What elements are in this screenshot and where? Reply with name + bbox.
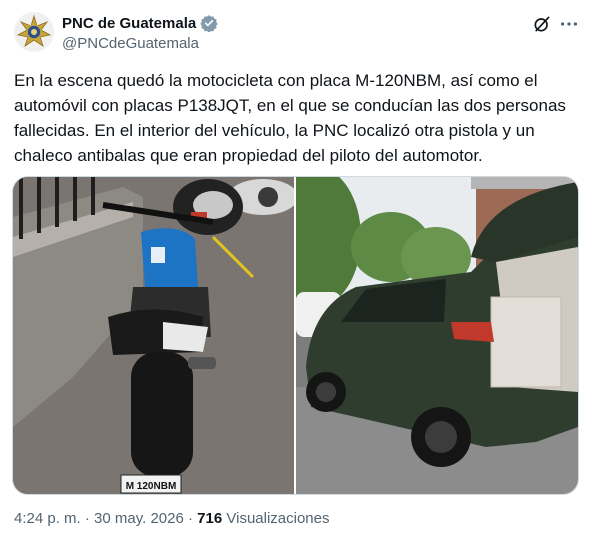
tweet-footer: 4:24 p. m. · 30 may. 2026 · 716 Visualiz… xyxy=(14,510,330,527)
tweet-time[interactable]: 4:24 p. m. xyxy=(14,510,81,527)
pnc-logo-icon xyxy=(14,12,54,52)
more-icon[interactable] xyxy=(558,13,580,35)
views-label: Visualizaciones xyxy=(226,510,330,527)
author-name-row[interactable]: PNC de Guatemala xyxy=(62,14,218,32)
tweet-date[interactable]: 30 may. 2026 xyxy=(94,510,184,527)
author-handle[interactable]: @PNCdeGuatemala xyxy=(62,35,199,52)
media-grid[interactable]: M 120NBM xyxy=(12,176,579,495)
motorcycle-image: M 120NBM xyxy=(13,177,294,494)
photo-motorcycle[interactable]: M 120NBM xyxy=(13,177,294,494)
suv-image xyxy=(296,177,578,494)
author-name[interactable]: PNC de Guatemala xyxy=(62,15,196,32)
photo-suv[interactable] xyxy=(296,177,578,494)
grok-icon[interactable] xyxy=(532,14,552,34)
avatar[interactable] xyxy=(14,12,54,52)
tweet-text: En la escena quedó la motocicleta con pl… xyxy=(14,71,566,165)
verified-badge-icon xyxy=(200,15,218,32)
footer-separator: · xyxy=(84,510,90,527)
plate-text: M 120NBM xyxy=(126,481,177,492)
footer-separator: · xyxy=(188,510,193,527)
views-count: 716 xyxy=(197,510,223,527)
